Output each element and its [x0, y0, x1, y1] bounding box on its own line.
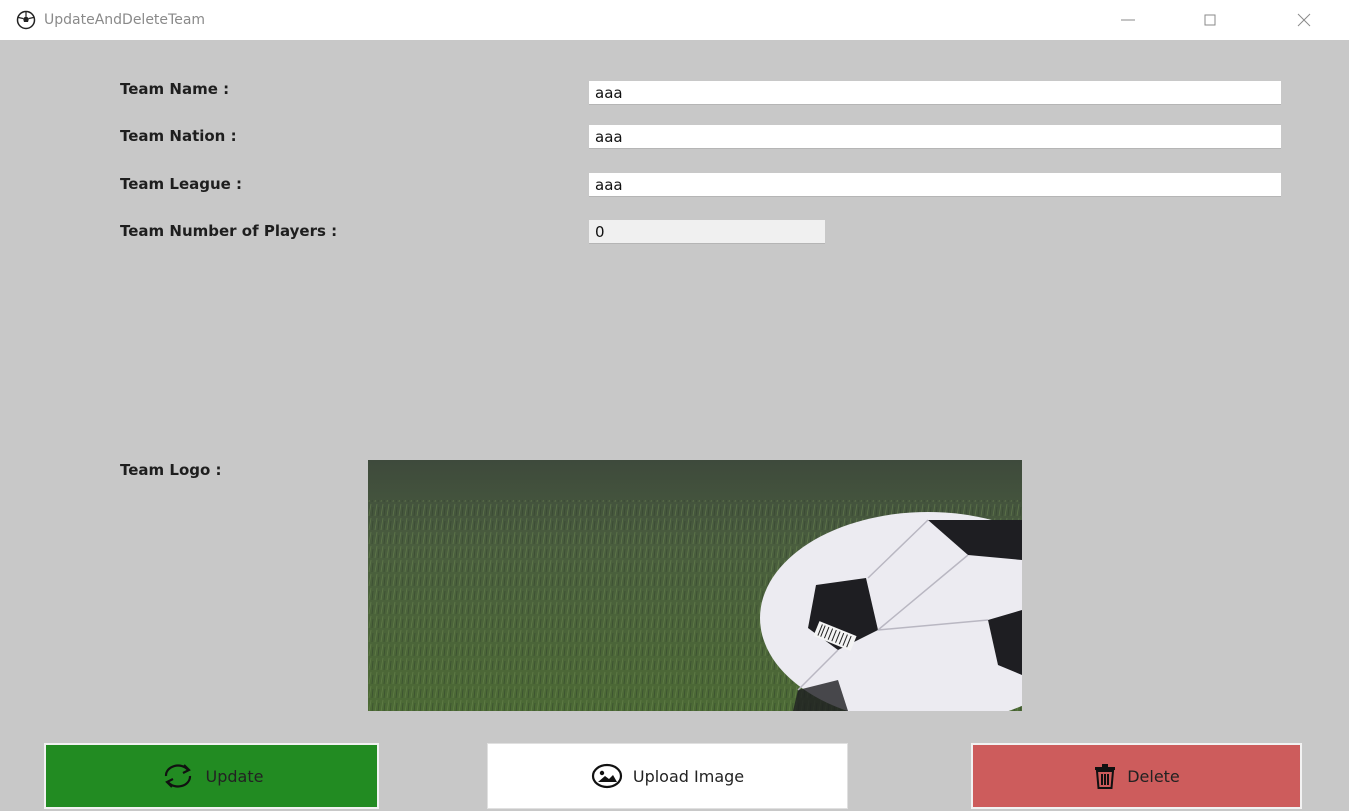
maximize-icon [1204, 14, 1216, 26]
delete-button-label: Delete [1127, 766, 1180, 786]
upload-image-button[interactable]: Upload Image [487, 743, 848, 809]
team-players-input[interactable]: 0 [589, 220, 825, 244]
minimize-icon [1121, 19, 1135, 21]
close-icon [1297, 13, 1311, 27]
soccer-ball-icon [16, 10, 36, 30]
delete-button[interactable]: Delete [971, 743, 1302, 809]
maximize-button[interactable] [1196, 8, 1224, 32]
team-players-label: Team Number of Players : [120, 222, 338, 240]
update-button-label: Update [205, 766, 264, 786]
team-nation-input[interactable]: aaa [589, 125, 1281, 149]
team-logo-label: Team Logo : [120, 461, 222, 479]
refresh-icon [164, 764, 191, 788]
team-nation-label: Team Nation : [120, 127, 237, 145]
team-name-label: Team Name : [120, 80, 230, 98]
trash-icon [1095, 764, 1116, 789]
title-bar: UpdateAndDeleteTeam [0, 0, 1349, 40]
window-title: UpdateAndDeleteTeam [44, 12, 206, 28]
team-league-label: Team League : [120, 175, 243, 193]
team-name-input[interactable]: aaa [589, 81, 1281, 105]
team-logo-image [368, 460, 1022, 711]
close-button[interactable] [1290, 8, 1318, 32]
image-upload-icon [591, 763, 622, 789]
soccer-ball-on-grass-image [368, 460, 1022, 711]
minimize-button[interactable] [1114, 8, 1142, 32]
team-league-input[interactable]: aaa [589, 173, 1281, 197]
update-button[interactable]: Update [44, 743, 379, 809]
upload-image-button-label: Upload Image [632, 766, 745, 786]
